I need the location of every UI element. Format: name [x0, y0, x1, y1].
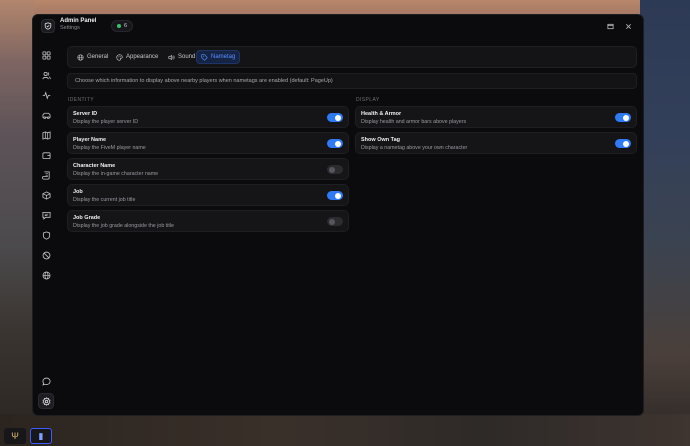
maximize-button[interactable]: [604, 20, 616, 32]
settings-icon: [41, 396, 51, 406]
setting-description: Display the current job title: [73, 197, 136, 203]
section-label-display: DISPLAY: [356, 97, 380, 103]
tab-label: Appearance: [126, 54, 159, 60]
sidebar: [33, 45, 59, 415]
setting-name: Character Name: [73, 163, 116, 169]
setting-show-own-tag: Show Own Tag Display a nametag above you…: [355, 132, 637, 154]
app-subtitle: Settings: [60, 25, 80, 31]
game-background-bottom: [0, 414, 690, 446]
toggle-knob: [335, 140, 341, 147]
tab-label: Nametag: [211, 54, 236, 60]
setting-server-id: Server ID Display the player server ID: [67, 106, 349, 128]
globe-icon: [42, 271, 50, 279]
maximize-icon: [606, 23, 614, 29]
game-hud: Ψ ▮: [4, 428, 52, 444]
game-background-left: [0, 0, 34, 446]
sidebar-item-settings[interactable]: [38, 393, 54, 409]
admin-panel-window: Admin Panel Settings 6 General Appearanc…: [32, 14, 644, 416]
tab-general[interactable]: General: [73, 50, 112, 64]
setting-job: Job Display the current job title: [67, 184, 349, 206]
toggle-knob: [623, 114, 629, 121]
health-armor-toggle[interactable]: [615, 113, 631, 122]
sidebar-item-logs[interactable]: [38, 167, 54, 183]
shield-icon: [42, 230, 50, 240]
job-toggle[interactable]: [327, 191, 343, 200]
game-background-right: [640, 0, 690, 446]
sidebar-item-items[interactable]: [38, 187, 54, 203]
close-button[interactable]: [622, 20, 634, 32]
sidebar-item-permissions[interactable]: [38, 227, 54, 243]
vehicle-icon: [41, 112, 51, 119]
toggle-knob: [335, 114, 341, 121]
setting-name: Health & Armor: [361, 111, 402, 117]
sidebar-item-activity[interactable]: [38, 87, 54, 103]
setting-name: Player Name: [73, 137, 107, 143]
sidebar-item-messages[interactable]: [38, 373, 54, 389]
tag-icon: [201, 53, 208, 61]
tab-nametag[interactable]: Nametag: [196, 50, 241, 64]
setting-description: Display the in-game character name: [73, 171, 159, 177]
setting-job-grade: Job Grade Display the job grade alongsid…: [67, 210, 349, 232]
speaker-icon: [168, 54, 175, 60]
app-title: Admin Panel: [60, 18, 97, 24]
online-count: 6: [124, 23, 128, 29]
setting-description: Display health and armor bars above play…: [361, 119, 467, 125]
close-icon: [625, 23, 631, 29]
info-text: Choose which information to display abov…: [75, 78, 333, 84]
toggle-knob: [623, 140, 629, 147]
section-label-identity: IDENTITY: [68, 97, 94, 103]
scroll-icon: [41, 170, 50, 180]
tab-label: General: [87, 54, 109, 60]
character-name-toggle[interactable]: [327, 165, 343, 174]
box-icon: [41, 190, 51, 200]
palette-icon: [116, 53, 123, 61]
sidebar-item-users[interactable]: [38, 67, 54, 83]
settings-tabs: General Appearance Sound Nametag: [67, 46, 637, 68]
tab-sound[interactable]: Sound: [164, 50, 199, 64]
hud-utensils-icon: Ψ: [4, 428, 26, 444]
sidebar-item-dashboard[interactable]: [38, 47, 54, 63]
ban-icon: [42, 251, 50, 259]
dashboard-icon: [41, 50, 51, 60]
setting-name: Job: [73, 189, 83, 195]
chat-list-icon: [41, 211, 51, 220]
setting-description: Display a nametag above your own charact…: [361, 145, 468, 151]
tab-appearance[interactable]: Appearance: [112, 50, 162, 64]
hud-bottle-icon: ▮: [30, 428, 52, 444]
globe-icon: [77, 53, 84, 61]
sidebar-item-bans[interactable]: [38, 247, 54, 263]
titlebar: Admin Panel Settings 6: [33, 15, 643, 37]
player-name-toggle[interactable]: [327, 139, 343, 148]
setting-health-armor: Health & Armor Display health and armor …: [355, 106, 637, 128]
toggle-knob: [329, 166, 335, 173]
toggle-knob: [329, 218, 335, 225]
sidebar-item-vehicles[interactable]: [38, 107, 54, 123]
users-icon: [41, 71, 51, 79]
message-icon: [41, 377, 51, 386]
setting-name: Job Grade: [73, 215, 101, 221]
setting-character-name: Character Name Display the in-game chara…: [67, 158, 349, 180]
setting-description: Display the FiveM player name: [73, 145, 146, 151]
setting-name: Server ID: [73, 111, 98, 117]
setting-description: Display the player server ID: [73, 119, 139, 125]
wallet-icon: [41, 151, 51, 159]
tab-label: Sound: [178, 54, 196, 60]
setting-description: Display the job grade alongside the job …: [73, 223, 175, 229]
sidebar-item-wallet[interactable]: [38, 147, 54, 163]
setting-name: Show Own Tag: [361, 137, 401, 143]
sidebar-item-reports[interactable]: [38, 207, 54, 223]
server-id-toggle[interactable]: [327, 113, 343, 122]
shield-logo-icon: [41, 19, 55, 33]
job-grade-toggle[interactable]: [327, 217, 343, 226]
sidebar-item-server[interactable]: [38, 267, 54, 283]
nametag-info: Choose which information to display abov…: [67, 73, 637, 89]
toggle-knob: [335, 192, 341, 199]
activity-icon: [42, 90, 50, 100]
setting-player-name: Player Name Display the FiveM player nam…: [67, 132, 349, 154]
sidebar-item-map[interactable]: [38, 127, 54, 143]
online-dot-icon: [117, 24, 121, 28]
show-own-tag-toggle[interactable]: [615, 139, 631, 148]
map-icon: [41, 130, 51, 140]
online-badge[interactable]: 6: [111, 20, 134, 32]
